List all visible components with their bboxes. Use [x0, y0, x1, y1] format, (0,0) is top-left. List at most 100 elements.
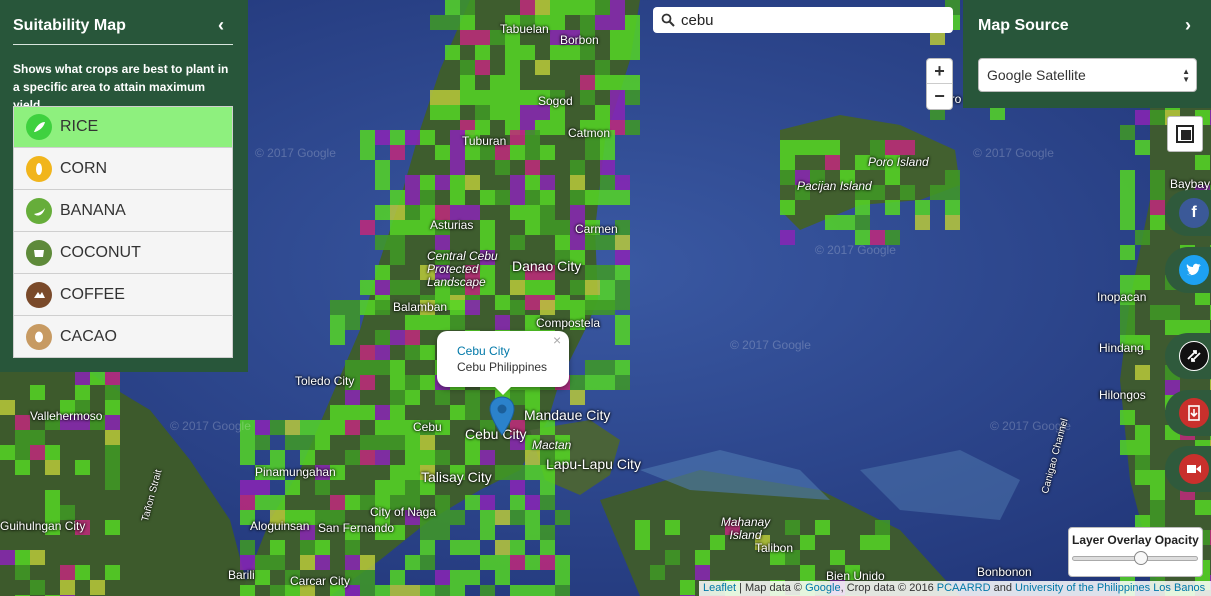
crop-item-cacao[interactable]: CACAO [13, 316, 233, 358]
crop-suitability-cell [345, 450, 360, 465]
crop-suitability-cell [600, 235, 615, 250]
crop-suitability-cell [885, 170, 900, 185]
place-label-toledo-city: Toledo City [295, 374, 355, 388]
crop-suitability-cell [555, 555, 570, 570]
crop-suitability-cell [1120, 125, 1135, 140]
crop-suitability-cell [510, 145, 525, 160]
crop-suitability-cell [375, 235, 390, 250]
crop-suitability-cell [465, 300, 480, 315]
map-source-select[interactable]: Google Satellite ▲ ▼ [978, 58, 1197, 92]
google-link[interactable]: Google [805, 582, 840, 594]
crop-suitability-cell [360, 145, 375, 160]
crop-suitability-cell [435, 525, 450, 540]
crop-suitability-cell [510, 130, 525, 145]
layers-button[interactable] [1167, 116, 1203, 152]
crop-suitability-cell [450, 160, 465, 175]
place-label-city-of-naga: City of Naga [370, 505, 437, 519]
crop-suitability-cell [475, 105, 490, 120]
search-input[interactable] [681, 11, 941, 29]
crop-suitability-cell [635, 535, 650, 550]
place-label-central-cebu-protected-landscape: Central Cebu Protected Landscape [427, 249, 498, 289]
uplb-link[interactable]: University of the Philippines Los Banos [1015, 582, 1205, 594]
opacity-slider-thumb[interactable] [1134, 551, 1149, 565]
crop-suitability-cell [600, 280, 615, 295]
crop-suitability-cell [300, 555, 315, 570]
crop-suitability-cell [540, 525, 555, 540]
crop-suitability-cell [540, 585, 555, 596]
crop-suitability-cell [570, 300, 585, 315]
crop-label: CORN [60, 159, 108, 177]
crop-suitability-cell [540, 190, 555, 205]
crop-suitability-cell [945, 185, 960, 200]
map-marker-icon[interactable] [489, 396, 515, 436]
swap-button[interactable] [1165, 333, 1211, 379]
place-label-borbon: Borbon [560, 33, 599, 47]
crop-suitability-cell [480, 585, 495, 596]
crop-suitability-cell [460, 60, 475, 75]
pcaarrd-link[interactable]: PCAARRD [937, 582, 991, 594]
crop-suitability-cell [1150, 200, 1165, 215]
crop-item-corn[interactable]: CORN [13, 148, 233, 190]
crop-suitability-cell [360, 300, 375, 315]
crop-suitability-cell [420, 525, 435, 540]
place-label-mactan: Mactan [532, 438, 572, 452]
crop-suitability-cell [945, 170, 960, 185]
crop-suitability-cell [570, 375, 585, 390]
crop-suitability-cell [405, 435, 420, 450]
crop-suitability-cell [420, 130, 435, 145]
download-button[interactable] [1165, 390, 1211, 436]
crop-item-coconut[interactable]: COCONUT [13, 232, 233, 274]
crop-suitability-cell [825, 215, 840, 230]
crop-suitability-cell [625, 30, 640, 45]
crop-suitability-cell [525, 585, 540, 596]
place-label-pacijan-island: Pacijan Island [797, 179, 872, 193]
search-box[interactable] [653, 7, 953, 33]
crop-suitability-cell [580, 90, 595, 105]
crop-suitability-cell [360, 585, 375, 596]
place-label-balamban: Balamban [393, 300, 448, 314]
crop-suitability-cell [1150, 485, 1165, 500]
crop-item-banana[interactable]: BANANA [13, 190, 233, 232]
crop-suitability-cell [300, 435, 315, 450]
crop-suitability-cell [105, 475, 120, 490]
crop-suitability-cell [465, 390, 480, 405]
crop-suitability-cell [60, 565, 75, 580]
twitter-button[interactable] [1165, 247, 1211, 293]
popup-title[interactable]: Cebu City [457, 344, 510, 358]
crop-suitability-cell [540, 540, 555, 555]
video-button[interactable] [1165, 446, 1211, 492]
crop-suitability-cell [550, 15, 565, 30]
chevron-left-icon[interactable]: ‹ [218, 15, 224, 36]
crop-suitability-cell [450, 405, 465, 420]
crop-item-coffee[interactable]: COFFEE [13, 274, 233, 316]
crop-suitability-cell [555, 235, 570, 250]
crop-suitability-cell [1120, 305, 1135, 320]
crop-suitability-cell [520, 45, 535, 60]
crop-suitability-cell [480, 510, 495, 525]
crop-suitability-cell [255, 570, 270, 585]
crop-suitability-cell [375, 300, 390, 315]
chevron-right-icon[interactable]: › [1185, 15, 1191, 36]
zoom-out-button[interactable]: − [927, 84, 952, 109]
crop-suitability-cell [315, 540, 330, 555]
crop-suitability-cell [480, 495, 495, 510]
crop-suitability-cell [615, 280, 630, 295]
crop-suitability-cell [405, 330, 420, 345]
facebook-button[interactable]: f [1165, 190, 1211, 236]
crop-item-rice[interactable]: RICE [13, 106, 233, 148]
crop-suitability-cell [375, 420, 390, 435]
crop-suitability-cell [945, 215, 960, 230]
zoom-in-button[interactable]: + [927, 59, 952, 84]
crop-suitability-cell [300, 540, 315, 555]
map-watermark: © 2017 Google [730, 338, 811, 352]
leaflet-link[interactable]: Leaflet [703, 582, 736, 594]
crop-suitability-cell [525, 130, 540, 145]
crop-suitability-cell [240, 480, 255, 495]
crop-suitability-cell [105, 400, 120, 415]
crop-suitability-cell [885, 200, 900, 215]
popup-close-button[interactable]: × [553, 332, 561, 348]
search-icon [661, 13, 675, 27]
crop-suitability-cell [435, 315, 450, 330]
crop-suitability-cell [450, 315, 465, 330]
crop-suitability-cell [390, 235, 405, 250]
